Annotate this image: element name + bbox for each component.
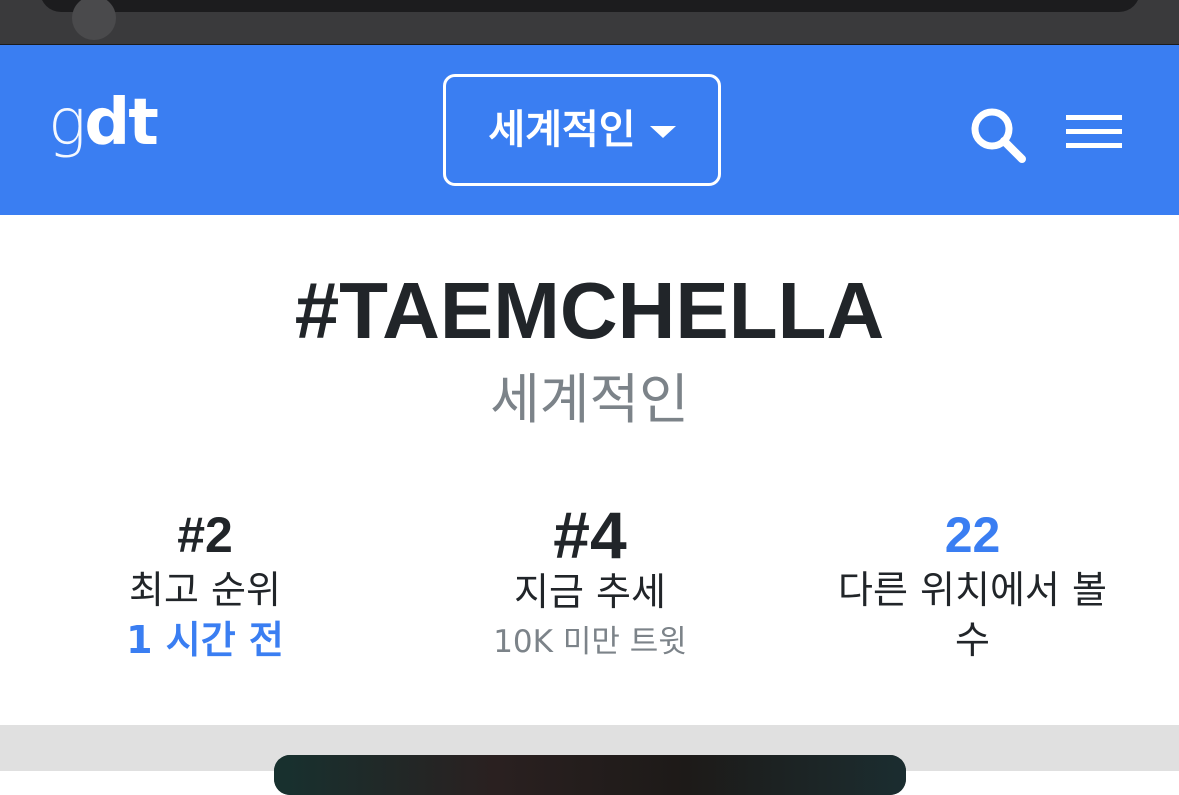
browser-toolbar bbox=[0, 0, 1179, 45]
search-button[interactable] bbox=[966, 103, 1030, 167]
media-embed-card[interactable] bbox=[274, 755, 906, 795]
top-rank-time-link[interactable]: 1 시간 전 bbox=[105, 615, 305, 665]
site-navbar: gdt 세계적인 bbox=[0, 45, 1179, 215]
stat-top-rank: #2 최고 순위 1 시간 전 bbox=[105, 505, 305, 665]
locations-caption-line2: 수 bbox=[955, 618, 990, 662]
top-rank-caption: 최고 순위 bbox=[129, 568, 281, 612]
menu-button[interactable] bbox=[1064, 107, 1124, 155]
current-rank-caption: 지금 추세 bbox=[514, 570, 666, 614]
current-rank-value: #4 bbox=[553, 498, 627, 572]
location-dropdown-label: 세계적인 bbox=[488, 107, 636, 153]
search-icon bbox=[971, 108, 1026, 163]
media-thumbnail bbox=[274, 755, 906, 795]
trend-summary: #TAEMCHELLA 세계적인 #2 최고 순위 1 시간 전 #4 지금 추… bbox=[0, 215, 1179, 725]
browser-address-icon bbox=[72, 0, 116, 40]
hashtag-title: #TAEMCHELLA bbox=[294, 266, 885, 355]
tweet-count: 10K 미만 트윗 bbox=[493, 624, 687, 660]
browser-address-bar[interactable] bbox=[40, 0, 1140, 40]
content-section bbox=[0, 725, 1179, 795]
stat-other-locations[interactable]: 22 다른 위치에서 볼 수 bbox=[800, 505, 1145, 665]
top-rank-value: #2 bbox=[177, 507, 233, 563]
trend-location: 세계적인 bbox=[490, 368, 689, 431]
locations-count[interactable]: 22 bbox=[800, 505, 1145, 565]
caret-down-icon bbox=[649, 126, 676, 138]
site-logo[interactable]: gdt bbox=[48, 86, 159, 160]
stat-current-trend: #4 지금 추세 10K 미만 트윗 bbox=[440, 497, 740, 665]
hamburger-menu-icon bbox=[1066, 115, 1122, 148]
locations-caption-line1: 다른 위치에서 볼 bbox=[838, 568, 1107, 612]
logo-text-bold: dt bbox=[84, 86, 158, 160]
location-dropdown[interactable]: 세계적인 bbox=[443, 74, 721, 186]
logo-text-light: g bbox=[48, 86, 86, 160]
